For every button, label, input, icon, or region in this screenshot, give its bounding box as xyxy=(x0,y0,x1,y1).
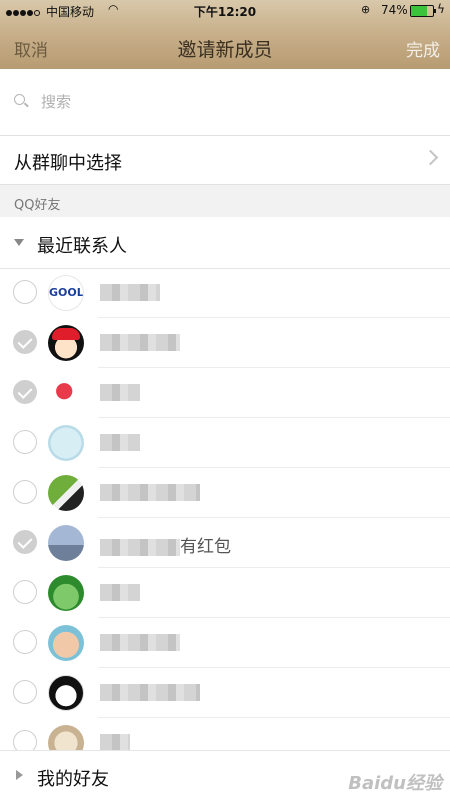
avatar xyxy=(48,475,84,511)
contact-name xyxy=(100,682,200,702)
section-header-qq-friends: QQ好友 xyxy=(0,185,450,217)
category-my-friends[interactable]: 我的好友 Baidu经验 xyxy=(0,750,450,801)
contact-list: GOOL 有红包 xyxy=(0,268,450,768)
contact-name xyxy=(100,482,200,502)
contact-row[interactable]: GOOL xyxy=(0,268,450,318)
category-recent-contacts[interactable]: 最近联系人 xyxy=(0,218,450,269)
avatar: GOOL xyxy=(48,275,84,311)
blurred-name xyxy=(100,583,140,601)
contact-row[interactable] xyxy=(0,418,450,468)
chevron-right-icon xyxy=(422,149,439,166)
group-chat-label: 从群聊中选择 xyxy=(14,153,122,174)
triangle-right-icon xyxy=(16,770,23,780)
contact-name xyxy=(100,432,140,452)
avatar xyxy=(48,575,84,611)
blurred-name xyxy=(100,733,130,751)
avatar xyxy=(48,325,84,361)
done-button[interactable]: 完成 xyxy=(406,36,440,61)
contact-name xyxy=(100,582,140,602)
search-icon xyxy=(14,94,25,105)
contact-row[interactable] xyxy=(0,618,450,668)
battery-percent: 74% xyxy=(381,3,408,17)
checkbox-checked-icon[interactable] xyxy=(13,530,37,554)
status-bar: 中国移动 ◠ 下午12:20 ⊕ 74% ϟ xyxy=(0,0,450,22)
checkbox-checked-icon[interactable] xyxy=(13,330,37,354)
contact-row[interactable] xyxy=(0,468,450,518)
checkbox-checked-icon[interactable] xyxy=(13,380,37,404)
charging-icon: ϟ xyxy=(437,2,445,16)
contact-name xyxy=(100,282,160,302)
category-label: 最近联系人 xyxy=(37,236,127,257)
contact-row[interactable] xyxy=(0,668,450,718)
contact-name xyxy=(100,382,140,402)
blurred-name xyxy=(100,633,180,651)
search-bar[interactable]: 搜索 xyxy=(0,69,450,136)
contact-name-text: 有红包 xyxy=(180,537,231,557)
contact-name xyxy=(100,332,180,352)
blurred-name xyxy=(100,538,180,556)
battery-icon xyxy=(410,5,436,17)
select-from-group-chat[interactable]: 从群聊中选择 xyxy=(0,135,450,185)
blurred-name xyxy=(100,383,140,401)
rotation-lock-icon: ⊕ xyxy=(361,3,371,16)
watermark-logo: Baidu经验 xyxy=(348,773,442,794)
avatar xyxy=(48,525,84,561)
avatar xyxy=(48,675,84,711)
search-input[interactable]: 搜索 xyxy=(41,91,71,112)
contact-name xyxy=(100,732,130,752)
checkbox-empty-icon[interactable] xyxy=(13,280,37,304)
contact-name: 有红包 xyxy=(100,532,231,557)
avatar xyxy=(48,375,84,411)
checkbox-empty-icon[interactable] xyxy=(13,480,37,504)
checkbox-empty-icon[interactable] xyxy=(13,680,37,704)
contact-row[interactable]: 有红包 xyxy=(0,518,450,568)
blurred-name xyxy=(100,333,180,351)
avatar xyxy=(48,425,84,461)
page-title: 邀请新成员 xyxy=(177,39,273,61)
contact-name xyxy=(100,632,180,652)
checkbox-empty-icon[interactable] xyxy=(13,630,37,654)
blurred-name xyxy=(100,433,140,451)
contact-row[interactable] xyxy=(0,318,450,368)
contact-row[interactable] xyxy=(0,368,450,418)
contact-row[interactable] xyxy=(0,568,450,618)
section-header-label: QQ好友 xyxy=(14,198,61,213)
nav-header: 中国移动 ◠ 下午12:20 ⊕ 74% ϟ 取消 邀请新成员 完成 xyxy=(0,0,450,69)
avatar xyxy=(48,625,84,661)
blurred-name xyxy=(100,483,200,501)
blurred-name xyxy=(100,683,200,701)
checkbox-empty-icon[interactable] xyxy=(13,580,37,604)
triangle-down-icon xyxy=(14,239,24,246)
category-label: 我的好友 xyxy=(37,769,109,790)
blurred-name xyxy=(100,283,160,301)
checkbox-empty-icon[interactable] xyxy=(13,430,37,454)
